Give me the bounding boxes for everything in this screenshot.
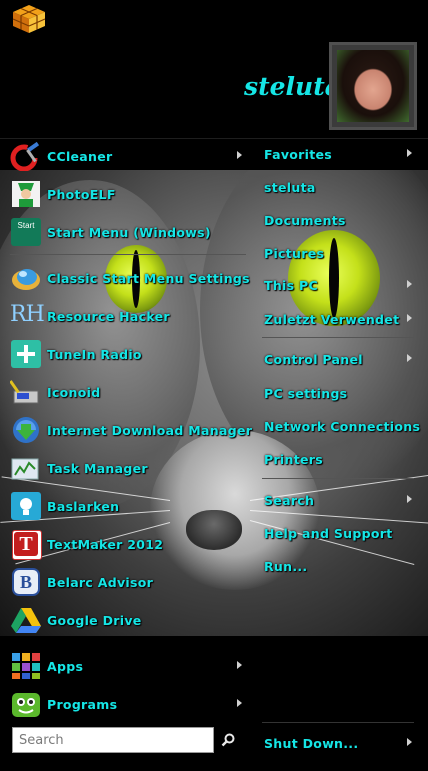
shutdown-label: Shut Down... — [264, 735, 359, 751]
programs-item[interactable]: Programs — [0, 686, 252, 722]
menu-item-printers[interactable]: Printers — [256, 444, 422, 474]
getting-started-icon — [10, 491, 42, 521]
program-label: Baslarken — [47, 498, 120, 514]
program-item-classic-start-menu-settings[interactable]: Classic Start Menu Settings — [0, 260, 252, 296]
iconoid-icon — [9, 377, 42, 407]
program-label: TuneIn Radio — [47, 346, 142, 362]
program-label: Iconoid — [47, 384, 101, 400]
idm-icon — [10, 415, 42, 445]
program-label: PhotoELF — [47, 186, 116, 202]
menu-item-label: This PC — [264, 277, 318, 293]
submenu-arrow-icon — [407, 495, 412, 503]
program-item-resource-hacker[interactable]: RH Resource Hacker — [0, 298, 252, 334]
menu-item-help-and-support[interactable]: Help and Support — [256, 518, 422, 548]
program-item-iconoid[interactable]: Iconoid — [0, 374, 252, 410]
google-drive-icon — [10, 605, 42, 635]
user-name: steluta — [244, 72, 341, 101]
start-menu: steluta CCleaner PhotoELF Start Start Me… — [0, 0, 428, 771]
program-item-baslarken[interactable]: Baslarken — [0, 488, 252, 524]
menu-item-label: Documents — [264, 212, 346, 228]
ccleaner-icon — [10, 141, 42, 172]
menu-item-search[interactable]: Search — [256, 485, 422, 515]
submenu-arrow-icon — [237, 151, 242, 159]
search-input[interactable] — [12, 727, 214, 753]
shutdown-button[interactable]: Shut Down... — [256, 728, 422, 758]
program-label: Classic Start Menu Settings — [47, 270, 250, 286]
tunein-icon — [10, 339, 42, 369]
menu-item-network-connections[interactable]: Network Connections — [256, 411, 422, 441]
start-menu-icon: Start — [10, 217, 42, 247]
menu-item-label: Printers — [264, 451, 323, 467]
belarc-icon: B — [10, 567, 42, 597]
submenu-arrow-icon — [407, 314, 412, 322]
program-label: CCleaner — [47, 148, 113, 164]
menu-item-label: steluta — [264, 179, 316, 195]
program-item-ccleaner[interactable]: CCleaner — [0, 138, 252, 174]
shell-icon — [10, 263, 42, 293]
menu-item-favorites[interactable]: Favorites — [256, 139, 422, 169]
separator — [262, 337, 414, 338]
user-avatar[interactable] — [329, 42, 417, 130]
classic-shell-logo-icon — [12, 5, 46, 33]
program-item-task-manager[interactable]: Task Manager — [0, 450, 252, 486]
menu-item-label: Pictures — [264, 245, 325, 261]
submenu-arrow-icon — [407, 149, 412, 157]
task-manager-icon — [10, 453, 42, 483]
program-item-google-drive[interactable]: Google Drive — [0, 602, 252, 638]
menu-item-label: Zuletzt Verwendet — [264, 311, 400, 327]
separator — [262, 478, 414, 479]
photoelf-icon — [10, 179, 42, 209]
apps-icon — [10, 651, 42, 681]
program-item-start-menu[interactable]: Start Start Menu (Windows) — [0, 214, 252, 250]
menu-item-documents[interactable]: Documents — [256, 205, 422, 235]
menu-item-recent[interactable]: Zuletzt Verwendet — [256, 304, 422, 334]
program-label: Google Drive — [47, 612, 142, 628]
program-item-textmaker-2012[interactable]: T TextMaker 2012 — [0, 526, 252, 562]
submenu-arrow-icon — [407, 280, 412, 288]
apps-item[interactable]: Apps — [0, 648, 252, 684]
submenu-arrow-icon[interactable] — [407, 738, 412, 746]
menu-item-label: Control Panel — [264, 351, 363, 367]
program-label: Resource Hacker — [47, 308, 170, 324]
menu-item-this-pc[interactable]: This PC — [256, 270, 422, 300]
submenu-arrow-icon — [237, 661, 242, 669]
program-item-belarc-advisor[interactable]: B Belarc Advisor — [0, 564, 252, 600]
apps-label: Apps — [47, 658, 84, 674]
submenu-arrow-icon — [237, 699, 242, 707]
program-label: Start Menu (Windows) — [47, 224, 211, 240]
menu-item-control-panel[interactable]: Control Panel — [256, 344, 422, 374]
menu-item-run[interactable]: Run... — [256, 551, 422, 581]
separator — [10, 254, 246, 255]
menu-item-label: Search — [264, 492, 315, 508]
program-label: Task Manager — [47, 460, 148, 476]
program-label: Internet Download Manager — [47, 422, 253, 438]
programs-label: Programs — [47, 696, 118, 712]
separator — [262, 722, 414, 723]
program-item-photoelf[interactable]: PhotoELF — [0, 176, 252, 212]
menu-item-pictures[interactable]: Pictures — [256, 238, 422, 268]
submenu-arrow-icon — [407, 354, 412, 362]
resource-hacker-icon: RH — [10, 302, 45, 327]
menu-item-pc-settings[interactable]: PC settings — [256, 378, 422, 408]
programs-icon — [10, 689, 42, 719]
menu-item-label: PC settings — [264, 385, 348, 401]
menu-item-label: Help and Support — [264, 525, 393, 541]
menu-item-label: Favorites — [264, 146, 333, 162]
menu-item-label: Network Connections — [264, 418, 421, 434]
textmaker-icon: T — [10, 529, 42, 560]
search-icon[interactable] — [221, 733, 235, 747]
menu-item-user-folder[interactable]: steluta — [256, 172, 422, 202]
program-label: Belarc Advisor — [47, 574, 154, 590]
program-item-tunein-radio[interactable]: TuneIn Radio — [0, 336, 252, 372]
program-item-internet-download-manager[interactable]: Internet Download Manager — [0, 412, 252, 448]
program-label: TextMaker 2012 — [47, 536, 164, 552]
menu-item-label: Run... — [264, 558, 308, 574]
